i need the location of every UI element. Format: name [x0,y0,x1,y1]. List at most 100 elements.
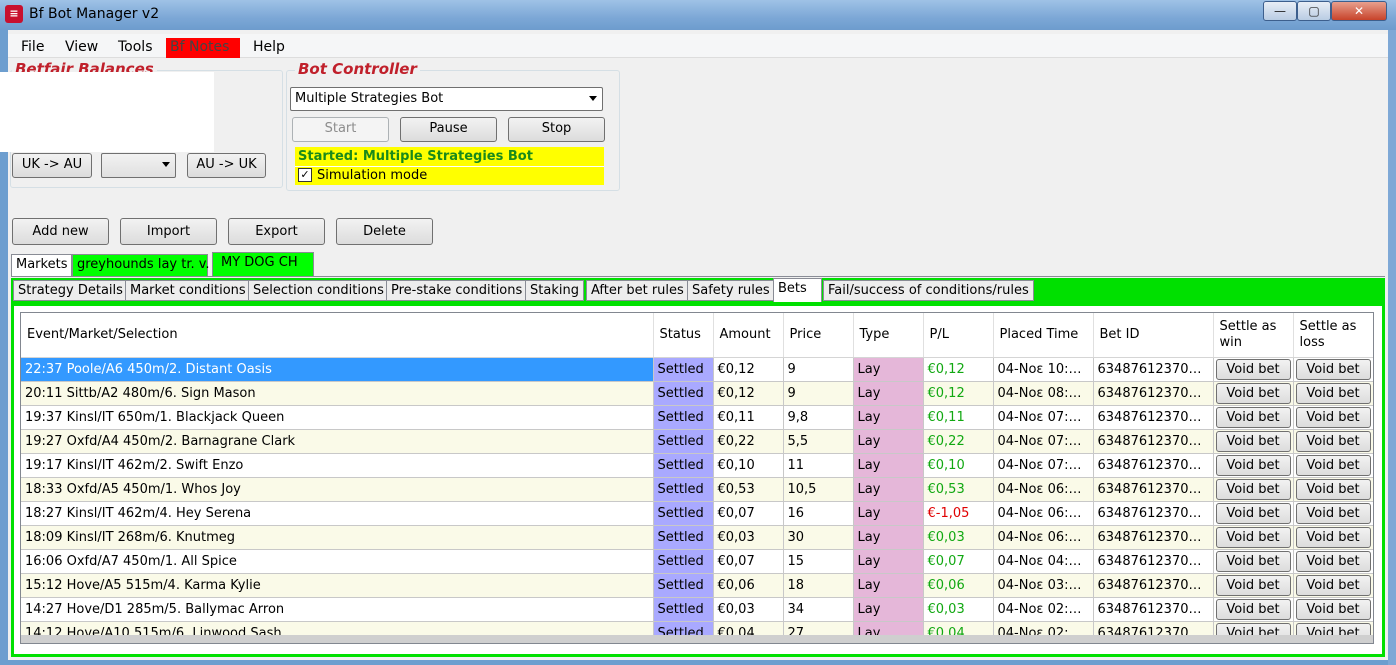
au-to-uk-button[interactable]: AU -> UK [187,153,266,178]
add-new-button[interactable]: Add new [12,218,109,245]
menu-bf-notes[interactable]: Bf Notes [166,38,240,58]
void-bet-button[interactable]: Void bet [1295,454,1371,476]
tab-staking[interactable]: Staking [525,280,584,301]
uk-to-au-button[interactable]: UK -> AU [12,153,92,178]
cell-event: 15:12 Hove/A5 515m/4. Karma Kylie [21,573,654,598]
tab-markets[interactable]: Markets [11,254,73,276]
bot-select-value: Multiple Strategies Bot [295,91,444,106]
tab-selection-conditions[interactable]: Selection conditions [248,280,389,301]
table-row[interactable]: 19:37 Kinsl/IT 650m/1. Blackjack Queen Se… [21,405,1373,430]
void-bet-button[interactable]: Void bet [1295,526,1371,548]
table-row[interactable]: 19:17 Kinsl/IT 462m/2. Swift Enzo Settled… [21,453,1373,478]
horizontal-scrollbar[interactable] [21,635,1373,643]
tab-strategy-my-dog[interactable]: MY DOG CH [212,252,314,276]
menu-view[interactable]: View [61,38,102,58]
void-bet-button[interactable]: Void bet [1295,382,1371,404]
void-bet-button[interactable]: Void bet [1215,526,1291,548]
cell-event: 19:17 Kinsl/IT 462m/2. Swift Enzo [21,453,654,478]
void-bet-button[interactable]: Void bet [1295,430,1371,452]
table-row[interactable]: 18:27 Kinsl/IT 462m/4. Hey Serena Settled… [21,501,1373,526]
cell-event: 14:27 Hove/D1 285m/5. Ballymac Arron [21,597,654,622]
table-row[interactable]: 20:11 Sittb/A2 480m/6. Sign Mason Settled… [21,381,1373,406]
cell-status: Settled [653,501,714,526]
cell-event: 19:37 Kinsl/IT 650m/1. Blackjack Queen [21,405,654,430]
void-bet-button[interactable]: Void bet [1215,406,1291,428]
minimize-button[interactable]: — [1263,1,1297,21]
cell-bet-id: 634876123701... [1093,573,1214,598]
tab-strategy-greyhounds[interactable]: greyhounds lay tr. v. [72,254,210,276]
table-row[interactable]: 14:27 Hove/D1 285m/5. Ballymac Arron Sett… [21,597,1373,622]
tab-pre-stake-conditions[interactable]: Pre-stake conditions [386,280,528,301]
cell-pl: €0,06 [923,573,994,598]
col-price[interactable]: Price [783,313,854,358]
cell-price: 34 [783,597,854,622]
void-bet-button[interactable]: Void bet [1295,478,1371,500]
void-bet-button[interactable]: Void bet [1215,430,1291,452]
tab-market-conditions[interactable]: Market conditions [125,280,251,301]
table-row[interactable]: 18:09 Kinsl/IT 268m/6. Knutmeg Settled €0,… [21,525,1373,550]
table-row[interactable]: 15:12 Hove/A5 515m/4. Karma Kylie Settled… [21,573,1373,598]
pause-button[interactable]: Pause [400,117,497,142]
menu-help[interactable]: Help [249,38,289,58]
col-placed-time[interactable]: Placed Time [993,313,1094,358]
col-pl[interactable]: P/L [923,313,994,358]
col-settle-win[interactable]: Settle as win [1213,313,1294,358]
cell-placed-time: 04-Noε 03:1... [993,573,1094,598]
cell-status: Settled [653,381,714,406]
cell-event: 18:09 Kinsl/IT 268m/6. Knutmeg [21,525,654,550]
void-bet-button[interactable]: Void bet [1215,502,1291,524]
void-bet-button[interactable]: Void bet [1215,358,1291,380]
table-row[interactable]: 16:06 Oxfd/A7 450m/1. All Spice Settled €0… [21,549,1373,574]
void-bet-button[interactable]: Void bet [1215,574,1291,596]
cell-pl: €0,03 [923,597,994,622]
tab-bets[interactable]: Bets [773,278,822,302]
void-bet-button[interactable]: Void bet [1215,382,1291,404]
title-bar: ≡ Bf Bot Manager v2 — ▢ ✕ [0,0,1396,30]
cell-status: Settled [653,549,714,574]
col-amount[interactable]: Amount [713,313,784,358]
void-bet-button[interactable]: Void bet [1295,574,1371,596]
void-bet-button[interactable]: Void bet [1215,454,1291,476]
cell-event: 18:33 Oxfd/A5 450m/1. Whos Joy [21,477,654,502]
col-settle-loss[interactable]: Settle as loss [1293,313,1373,358]
maximize-button[interactable]: ▢ [1297,1,1331,21]
tab-safety-rules[interactable]: Safety rules [687,280,775,301]
void-bet-button[interactable]: Void bet [1295,406,1371,428]
start-button[interactable]: Start [292,117,389,142]
menu-tools[interactable]: Tools [114,38,157,58]
cell-settle-loss: Void bet [1293,597,1373,622]
close-button[interactable]: ✕ [1331,1,1387,21]
void-bet-button[interactable]: Void bet [1215,598,1291,620]
col-type[interactable]: Type [853,313,924,358]
cell-placed-time: 04-Noε 06:0... [993,525,1094,550]
tab-strategy-details[interactable]: Strategy Details [13,280,128,301]
cell-status: Settled [653,525,714,550]
stop-button[interactable]: Stop [508,117,605,142]
void-bet-button[interactable]: Void bet [1215,478,1291,500]
import-button[interactable]: Import [120,218,217,245]
cell-bet-id: 634876123701... [1093,381,1214,406]
void-bet-button[interactable]: Void bet [1295,550,1371,572]
export-button[interactable]: Export [228,218,325,245]
tab-fail-success[interactable]: Fail/success of conditions/rules [823,280,1034,301]
cell-settle-loss: Void bet [1293,525,1373,550]
simulation-checkbox[interactable]: ✓ [298,168,312,182]
void-bet-button[interactable]: Void bet [1295,598,1371,620]
delete-button[interactable]: Delete [336,218,433,245]
void-bet-button[interactable]: Void bet [1215,550,1291,572]
col-bet-id[interactable]: Bet ID [1093,313,1214,358]
currency-select[interactable] [101,153,176,178]
table-row[interactable]: 19:27 Oxfd/A4 450m/2. Barnagrane Clark Se… [21,429,1373,454]
col-event[interactable]: Event/Market/Selection [21,313,654,358]
table-row[interactable]: 22:37 Poole/A6 450m/2. Distant Oasis Sett… [21,357,1373,382]
void-bet-button[interactable]: Void bet [1295,502,1371,524]
col-status[interactable]: Status [653,313,714,358]
cell-settle-loss: Void bet [1293,357,1373,382]
void-bet-button[interactable]: Void bet [1295,358,1371,380]
tab-after-bet-rules[interactable]: After bet rules [586,280,689,301]
table-row[interactable]: 18:33 Oxfd/A5 450m/1. Whos Joy Settled €0,… [21,477,1373,502]
bot-select[interactable]: Multiple Strategies Bot [290,87,603,111]
chevron-down-icon [162,162,170,167]
cell-pl: €0,12 [923,357,994,382]
menu-file[interactable]: File [17,38,48,58]
